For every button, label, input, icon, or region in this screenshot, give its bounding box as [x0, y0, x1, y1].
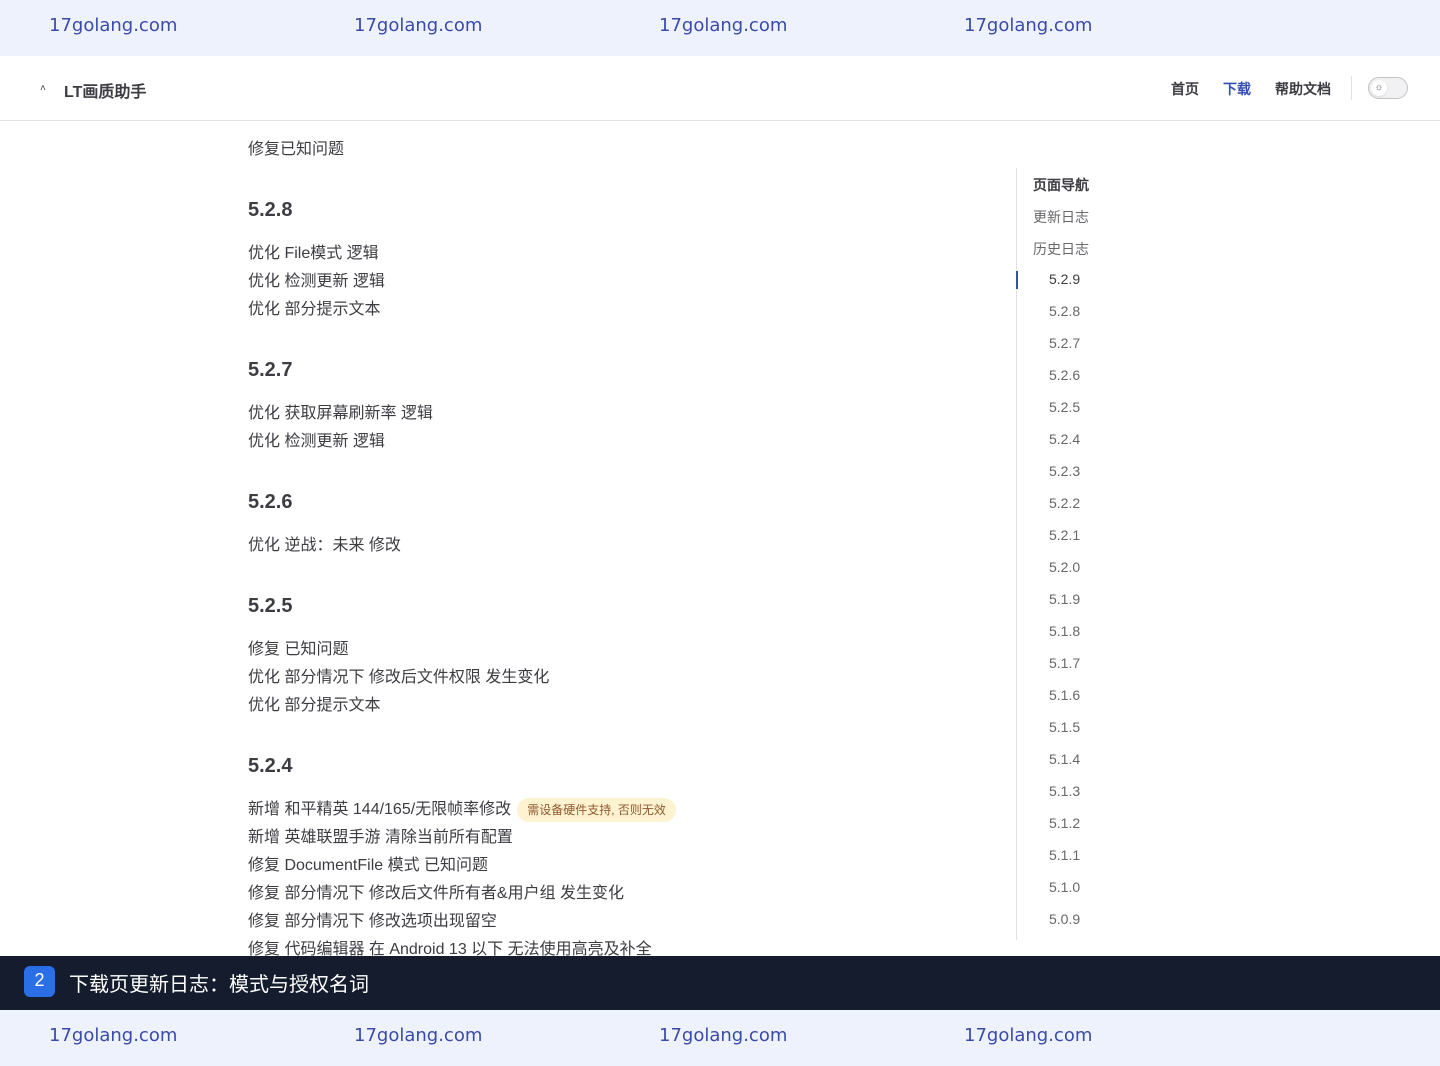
changelog-line: 修复 已知问题 [248, 641, 349, 658]
sun-icon: ☼ [1371, 80, 1387, 96]
outline-link-version[interactable]: 5.2.0 [1049, 559, 1080, 575]
watermark-text: 17golang.com [49, 1025, 178, 1046]
hardware-support-badge: 需设备硬件支持, 否则无效 [517, 797, 676, 822]
theme-toggle-switch[interactable]: ☼ [1368, 77, 1408, 99]
site-title[interactable]: LT画质助手 [64, 78, 146, 102]
caption-bar: 2 下载页更新日志：模式与授权名词 [0, 956, 1440, 1010]
outline-link-version[interactable]: 5.1.3 [1049, 783, 1080, 799]
version-heading: 5.2.4 [248, 755, 293, 777]
outline-link-version[interactable]: 5.2.3 [1049, 463, 1080, 479]
version-heading: 5.2.5 [248, 595, 293, 617]
changelog-line: 优化 获取屏幕刷新率 逻辑 [248, 405, 433, 422]
caption-number-badge: 2 [24, 966, 55, 997]
changelog-line: 修复 DocumentFile 模式 已知问题 [248, 857, 489, 874]
outline-link-version[interactable]: 5.1.6 [1049, 687, 1080, 703]
changelog-line: 优化 部分提示文本 [248, 301, 381, 318]
outline-link-version[interactable]: 5.2.4 [1049, 431, 1080, 447]
version-heading: 5.2.8 [248, 199, 293, 221]
changelog-line: 优化 检测更新 逻辑 [248, 273, 385, 290]
changelog-list: 修复 已知问题 优化 部分情况下 修改后文件权限 发生变化 优化 部分提示文本 [248, 636, 988, 720]
outline-link-version[interactable]: 5.2.8 [1049, 303, 1080, 319]
watermark-text: 17golang.com [659, 15, 788, 36]
outline-link-version[interactable]: 5.2.1 [1049, 527, 1080, 543]
watermark-text: 17golang.com [354, 1025, 483, 1046]
outline-link-changelog[interactable]: 更新日志 [1033, 207, 1089, 227]
outline-link-version[interactable]: 5.1.7 [1049, 655, 1080, 671]
nav-link-download[interactable]: 下载 [1223, 79, 1251, 99]
caption-text: 下载页更新日志：模式与授权名词 [69, 974, 369, 996]
top-navbar: ˄ LT画质助手 首页 下载 帮助文档 ☼ [0, 56, 1440, 121]
watermark-text: 17golang.com [964, 15, 1093, 36]
outline-link-version[interactable]: 5.0.9 [1049, 911, 1080, 927]
outline-link-version[interactable]: 5.1.4 [1049, 751, 1080, 767]
changelog-list: 优化 File模式 逻辑 优化 检测更新 逻辑 优化 部分提示文本 [248, 240, 988, 324]
watermark-text: 17golang.com [659, 1025, 788, 1046]
changelog-line: 新增 英雄联盟手游 清除当前所有配置 [248, 829, 513, 846]
changelog-line: 优化 部分提示文本 [248, 697, 381, 714]
nav-divider [1351, 76, 1352, 100]
changelog-line: 优化 逆战：未来 修改 [248, 537, 401, 554]
outline-link-version[interactable]: 5.2.6 [1049, 367, 1080, 383]
changelog-line-text: 新增 和平精英 144/165/无限帧率修改 [248, 801, 512, 818]
outline-link-version[interactable]: 5.2.5 [1049, 399, 1080, 415]
changelog-line: 优化 检测更新 逻辑 [248, 433, 385, 450]
outline-link-version[interactable]: 5.2.2 [1049, 495, 1080, 511]
changelog-line: 修复 部分情况下 修改后文件所有者&用户组 发生变化 [248, 885, 625, 902]
outline-link-version[interactable]: 5.1.9 [1049, 591, 1080, 607]
changelog-list: 优化 逆战：未来 修改 [248, 532, 988, 560]
changelog-list: 新增 和平精英 144/165/无限帧率修改 需设备硬件支持, 否则无效 新增 英… [248, 796, 988, 956]
changelog-line: 新增 和平精英 144/165/无限帧率修改 需设备硬件支持, 否则无效 [248, 796, 988, 824]
outline-link-version[interactable]: 5.1.5 [1049, 719, 1080, 735]
version-heading: 5.2.7 [248, 359, 293, 381]
changelog-line: 优化 部分情况下 修改后文件权限 发生变化 [248, 669, 550, 686]
outline-active-marker [1016, 271, 1018, 289]
changelog-line: 修复已知问题 [248, 141, 345, 158]
changelog-content: 修复已知问题 5.2.8 优化 File模式 逻辑 优化 检测更新 逻辑 优化 … [248, 121, 988, 956]
watermark-text: 17golang.com [354, 15, 483, 36]
logo-icon[interactable]: ˄ [40, 83, 46, 94]
watermark-text: 17golang.com [49, 15, 178, 36]
nav-link-home[interactable]: 首页 [1171, 79, 1199, 99]
page-outline: 页面导航 更新日志 历史日志 5.2.9 5.2.8 5.2.7 5.2.6 5… [1016, 168, 1216, 940]
changelog-line: 修复 部分情况下 修改选项出现留空 [248, 913, 497, 930]
changelog-line: 优化 File模式 逻辑 [248, 245, 379, 262]
outline-link-version[interactable]: 5.1.0 [1049, 879, 1080, 895]
version-heading: 5.2.6 [248, 491, 293, 513]
changelog-list: 优化 获取屏幕刷新率 逻辑 优化 检测更新 逻辑 [248, 400, 988, 456]
outline-link-version[interactable]: 5.2.7 [1049, 335, 1080, 351]
changelog-line: 修复 代码编辑器 在 Android 13 以下 无法使用高亮及补全 [248, 941, 652, 956]
outline-link-version[interactable]: 5.2.9 [1049, 271, 1080, 287]
watermark-text: 17golang.com [964, 1025, 1093, 1046]
outline-link-version[interactable]: 5.1.8 [1049, 623, 1080, 639]
outline-link-version[interactable]: 5.1.1 [1049, 847, 1080, 863]
outline-title: 页面导航 [1033, 177, 1089, 193]
nav-link-help-docs[interactable]: 帮助文档 [1275, 79, 1331, 99]
outline-link-history[interactable]: 历史日志 [1033, 239, 1089, 259]
outline-link-version[interactable]: 5.1.2 [1049, 815, 1080, 831]
watermark-bar-top: 17golang.com 17golang.com 17golang.com 1… [0, 0, 1440, 56]
watermark-bar-bottom: 17golang.com 17golang.com 17golang.com 1… [0, 1010, 1440, 1066]
